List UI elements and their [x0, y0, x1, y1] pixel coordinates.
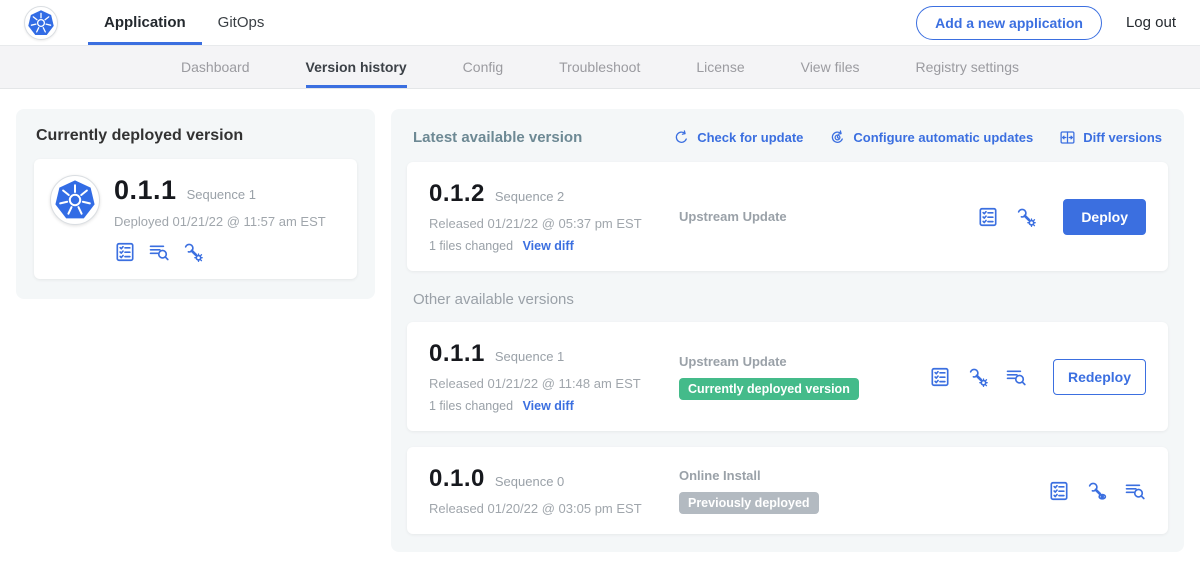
add-application-button[interactable]: Add a new application — [916, 6, 1102, 40]
view-diff-link[interactable]: View diff — [523, 239, 574, 253]
tab-gitops[interactable]: GitOps — [202, 0, 281, 45]
preflight-checks-icon[interactable] — [977, 206, 999, 228]
top-nav: Application GitOps — [88, 0, 280, 45]
check-for-update-label: Check for update — [697, 130, 803, 145]
subnav-tab-dashboard[interactable]: Dashboard — [181, 46, 250, 88]
sequence-label: Sequence 0 — [495, 474, 564, 489]
currently-deployed-card: Currently deployed version — [16, 109, 375, 299]
preflight-checks-icon[interactable] — [1048, 480, 1070, 502]
deployed-timestamp: Deployed 01/21/22 @ 11:57 am EST — [114, 214, 326, 229]
app-subnav: Dashboard Version history Config Trouble… — [0, 46, 1200, 89]
deployed-version-number: 0.1.1 — [114, 175, 177, 206]
deployed-sequence-label: Sequence 1 — [187, 187, 256, 202]
sequence-label: Sequence 2 — [495, 189, 564, 204]
version-row-0-1-0: 0.1.0 Sequence 0 Released 01/20/22 @ 03:… — [407, 447, 1168, 534]
deploy-button[interactable]: Deploy — [1063, 199, 1146, 235]
tab-application[interactable]: Application — [88, 0, 202, 45]
version-number: 0.1.0 — [429, 465, 485, 493]
auto-update-icon — [829, 129, 846, 146]
files-changed-label: 1 files changed — [429, 239, 513, 253]
config-icon[interactable] — [967, 366, 989, 388]
deployed-version-card: 0.1.1 Sequence 1 Deployed 01/21/22 @ 11:… — [34, 159, 357, 279]
deploy-logs-icon[interactable] — [1005, 366, 1027, 388]
refresh-icon — [673, 129, 690, 146]
view-diff-link[interactable]: View diff — [523, 399, 574, 413]
released-timestamp: Released 01/21/22 @ 05:37 pm EST — [429, 216, 679, 231]
files-changed-label: 1 files changed — [429, 399, 513, 413]
deployed-card-title: Currently deployed version — [36, 127, 355, 145]
version-source-label: Upstream Update — [679, 354, 929, 369]
previously-deployed-badge: Previously deployed — [679, 492, 819, 514]
subnav-tab-license[interactable]: License — [696, 46, 744, 88]
released-timestamp: Released 01/21/22 @ 11:48 am EST — [429, 376, 679, 391]
version-number: 0.1.1 — [429, 340, 485, 368]
version-row-0-1-1: 0.1.1 Sequence 1 Released 01/21/22 @ 11:… — [407, 322, 1168, 431]
kubernetes-logo-icon[interactable] — [24, 6, 58, 40]
diff-icon — [1059, 129, 1076, 146]
version-history-panel: Latest available version Check for updat… — [391, 109, 1184, 552]
released-timestamp: Released 01/20/22 @ 03:05 pm EST — [429, 501, 679, 516]
version-source-label: Upstream Update — [679, 209, 929, 224]
version-number: 0.1.2 — [429, 180, 485, 208]
latest-version-header: Latest available version — [413, 129, 582, 146]
subnav-tab-troubleshoot[interactable]: Troubleshoot — [559, 46, 640, 88]
currently-deployed-badge: Currently deployed version — [679, 378, 859, 400]
diff-versions-link[interactable]: Diff versions — [1059, 129, 1162, 146]
configure-automatic-updates-label: Configure automatic updates — [853, 130, 1033, 145]
preflight-checks-icon[interactable] — [929, 366, 951, 388]
preflight-checks-icon[interactable] — [114, 241, 136, 263]
check-for-update-link[interactable]: Check for update — [673, 129, 803, 146]
redeploy-button[interactable]: Redeploy — [1053, 359, 1146, 395]
configure-automatic-updates-link[interactable]: Configure automatic updates — [829, 129, 1033, 146]
deploy-logs-icon[interactable] — [148, 241, 170, 263]
other-versions-header: Other available versions — [413, 291, 1162, 308]
subnav-tab-config[interactable]: Config — [463, 46, 503, 88]
tab-application-label: Application — [104, 14, 186, 31]
tab-gitops-label: GitOps — [218, 14, 265, 31]
config-icon[interactable] — [1015, 206, 1037, 228]
main-content: Currently deployed version — [0, 89, 1200, 572]
config-icon[interactable] — [182, 241, 204, 263]
app-icon — [50, 175, 100, 225]
topbar: Application GitOps Add a new application… — [0, 0, 1200, 46]
version-row-0-1-2: 0.1.2 Sequence 2 Released 01/21/22 @ 05:… — [407, 162, 1168, 271]
sequence-label: Sequence 1 — [495, 349, 564, 364]
deploy-logs-icon[interactable] — [1124, 480, 1146, 502]
topbar-right: Add a new application Log out — [916, 0, 1176, 45]
subnav-tab-view-files[interactable]: View files — [801, 46, 860, 88]
deployed-version-details: 0.1.1 Sequence 1 Deployed 01/21/22 @ 11:… — [114, 175, 326, 263]
diff-versions-label: Diff versions — [1083, 130, 1162, 145]
version-source-label: Online Install — [679, 468, 929, 483]
logout-link[interactable]: Log out — [1126, 14, 1176, 31]
config-view-icon[interactable] — [1086, 480, 1108, 502]
subnav-tab-registry-settings[interactable]: Registry settings — [916, 46, 1019, 88]
subnav-tab-version-history[interactable]: Version history — [306, 46, 407, 88]
